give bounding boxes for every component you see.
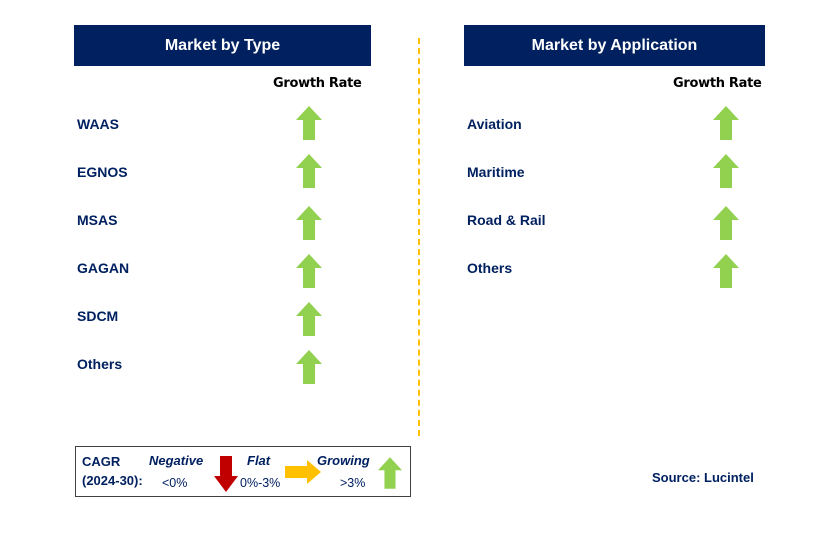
legend-growing-label: Growing [317, 453, 370, 468]
legend-growing-range: >3% [340, 476, 366, 490]
source-label: Source: Lucintel [652, 470, 754, 485]
type-row-label: SDCM [77, 308, 119, 324]
cagr-period-label: (2024-30): [82, 473, 143, 488]
arrow-up-icon [713, 106, 739, 140]
cagr-label: CAGR [82, 454, 121, 469]
market-by-type-header: Market by Type [74, 25, 371, 66]
arrow-down-icon [214, 456, 238, 492]
type-row-label: MSAS [77, 212, 118, 228]
arrow-up-icon [296, 106, 322, 140]
arrow-up-icon [713, 154, 739, 188]
arrow-up-icon [296, 254, 322, 288]
arrow-up-icon [296, 154, 322, 188]
type-row-label: WAAS [77, 116, 119, 132]
arrow-up-icon [378, 457, 402, 489]
growth-rate-header-type: Growth Rate [273, 76, 362, 91]
arrow-up-icon [296, 206, 322, 240]
arrow-up-icon [713, 254, 739, 288]
application-row-label: Aviation [467, 116, 522, 132]
application-row-label: Road & Rail [467, 212, 546, 228]
type-row-label: Others [77, 356, 123, 372]
panel-divider [418, 38, 420, 436]
type-row-label: EGNOS [77, 164, 128, 180]
legend-negative-range: <0% [162, 476, 188, 490]
arrow-up-icon [713, 206, 739, 240]
cagr-legend: CAGR (2024-30): Negative <0% Flat 0%-3% … [75, 446, 411, 497]
application-row-label: Others [467, 260, 513, 276]
arrow-up-icon [296, 350, 322, 384]
legend-flat-label: Flat [247, 453, 271, 468]
legend-negative-label: Negative [149, 453, 204, 468]
arrow-right-icon [285, 460, 321, 484]
legend-flat-range: 0%-3% [240, 476, 281, 490]
market-by-application-header: Market by Application [464, 25, 765, 66]
application-row-label: Maritime [467, 164, 525, 180]
arrow-up-icon [296, 302, 322, 336]
growth-rate-header-application: Growth Rate [673, 76, 762, 91]
type-row-label: GAGAN [77, 260, 130, 276]
